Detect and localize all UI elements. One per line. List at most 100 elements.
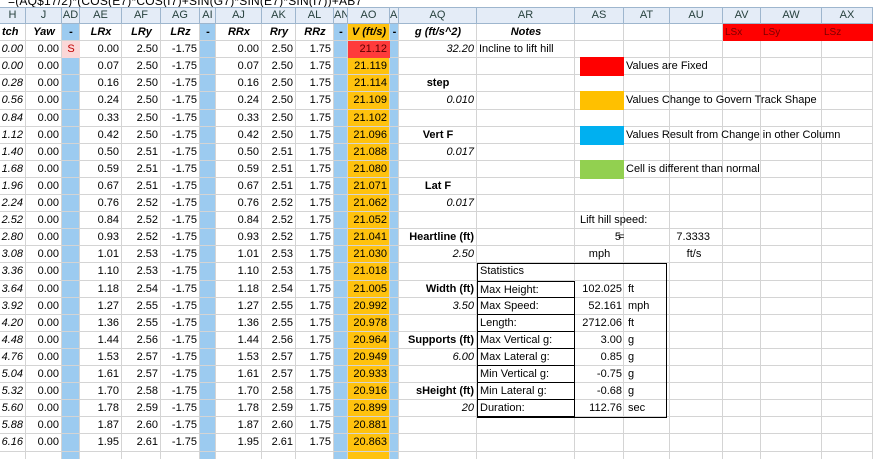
cell-pitch[interactable]: 3.92 [0,298,26,315]
header-dash3[interactable]: - [334,24,348,41]
cell-lrz[interactable]: -1.75 [161,366,200,383]
cell-yaw[interactable]: 0.00 [26,366,62,383]
cell-rrx[interactable]: 1.01 [216,246,262,263]
cell-lrx[interactable]: 1.18 [80,281,122,298]
cell-rry[interactable]: 2.50 [262,92,296,109]
cell-rry[interactable]: 2.53 [262,263,296,280]
cell-rry[interactable]: 2.54 [262,281,296,298]
cell-velocity[interactable]: 21.030 [348,246,390,263]
cell-pitch[interactable]: 1.68 [0,161,26,178]
cell-pitch[interactable]: 1.40 [0,144,26,161]
cell-lrz[interactable]: -1.75 [161,229,200,246]
heartline-value[interactable]: 2.50 [399,246,477,263]
column-header-ae[interactable]: AE [80,8,122,24]
header-notes[interactable]: Notes [477,24,575,41]
formula-bar[interactable]: =(AQ$17/2)*(COS(E7)*COS(I7)+SIN(G7)*SIN(… [0,0,873,8]
column-header-an[interactable]: AN [334,8,348,24]
cell-pitch[interactable]: 3.08 [0,246,26,263]
cell-velocity[interactable]: 21.12 [348,41,390,59]
cell-lrz[interactable]: -1.75 [161,178,200,195]
cell-yaw[interactable]: 0.00 [26,332,62,349]
cell-velocity[interactable]: 20.933 [348,366,390,383]
cell-lrx[interactable]: 0.33 [80,110,122,127]
cell-lrz[interactable]: -1.75 [161,144,200,161]
cell-rry[interactable]: 2.51 [262,161,296,178]
header-lsz[interactable]: LSz [822,24,873,42]
header-lsy[interactable]: LSy [761,24,822,42]
cell-lry[interactable]: 2.54 [122,281,161,298]
cell-rrx[interactable]: 1.95 [216,434,262,451]
column-header-as[interactable]: AS [575,8,624,24]
cell-lrz[interactable]: -1.75 [161,315,200,332]
cell-lrx[interactable]: 1.61 [80,366,122,383]
width-value[interactable]: 3.50 [399,298,477,315]
cell-rrx[interactable]: 0.93 [216,229,262,246]
cell-pitch[interactable]: 3.64 [0,281,26,298]
header-lsx[interactable]: LSx [723,24,761,42]
cell-lrx[interactable]: 0.84 [80,212,122,229]
column-header-aj[interactable]: AJ [216,8,262,24]
cell-yaw[interactable]: 0.00 [26,144,62,161]
cell-rrz[interactable]: 1.75 [296,298,334,315]
header-dash4[interactable]: - [390,24,399,41]
cell-rrz[interactable]: 1.75 [296,315,334,332]
cell-rrz[interactable]: 1.75 [296,178,334,195]
cell-lry[interactable]: 2.52 [122,229,161,246]
cell-rrx[interactable]: 1.44 [216,332,262,349]
cell-lrz[interactable]: -1.75 [161,110,200,127]
cell-yaw[interactable]: 0.00 [26,92,62,109]
column-header-ao[interactable]: AO [348,8,390,24]
cell-flag[interactable]: S [62,41,80,59]
cell-lry[interactable]: 2.57 [122,349,161,366]
cell-lry[interactable]: 2.56 [122,332,161,349]
cell-lrz[interactable]: -1.75 [161,127,200,144]
column-header-au[interactable]: AU [670,8,723,24]
cell-lrx[interactable]: 1.01 [80,246,122,263]
cell-lry[interactable]: 2.50 [122,127,161,144]
cell-rrx[interactable]: 1.53 [216,349,262,366]
cell-pitch[interactable]: 1.12 [0,127,26,144]
cell-lry[interactable]: 2.53 [122,246,161,263]
cell-pitch[interactable]: 5.04 [0,366,26,383]
cell-lrx[interactable]: 1.87 [80,417,122,434]
cell-yaw[interactable]: 0.00 [26,263,62,280]
g-note[interactable]: Incline to lift hill [477,41,677,58]
cell-pitch[interactable]: 0.00 [0,58,26,75]
cell-yaw[interactable]: 0.00 [26,195,62,212]
cell-lrx[interactable]: 1.70 [80,383,122,400]
column-header-ap[interactable]: AP [390,8,399,24]
cell-lry[interactable]: 2.61 [122,434,161,451]
cell-lry[interactable]: 2.50 [122,110,161,127]
header-lry[interactable]: LRy [122,24,161,41]
cell-yaw[interactable]: 0.00 [26,58,62,75]
cell-lry[interactable]: 2.55 [122,298,161,315]
cell-velocity[interactable]: 21.109 [348,92,390,109]
cell-yaw[interactable]: 0.00 [26,246,62,263]
cell-velocity[interactable]: 21.018 [348,263,390,280]
cell-yaw[interactable]: 0.00 [26,315,62,332]
cell-velocity[interactable]: 21.102 [348,110,390,127]
cell-lrz[interactable]: -1.75 [161,417,200,434]
cell-rrz[interactable]: 1.75 [296,263,334,280]
cell-yaw[interactable]: 0.00 [26,212,62,229]
cell-rrz[interactable]: 1.75 [296,366,334,383]
header-rrx[interactable]: RRx [216,24,262,41]
cell-lry[interactable]: 2.59 [122,400,161,417]
cell-rrx[interactable]: 1.78 [216,400,262,417]
cell-lrx[interactable]: 0.67 [80,178,122,195]
header-rrz[interactable]: RRz [296,24,334,41]
cell-rrz[interactable]: 1.75 [296,417,334,434]
cell-pitch[interactable]: 5.60 [0,400,26,417]
cell-lry[interactable]: 2.53 [122,263,161,280]
cell-lrx[interactable]: 1.44 [80,332,122,349]
cell-yaw[interactable]: 0.00 [26,161,62,178]
cell-velocity[interactable]: 21.062 [348,195,390,212]
cell-velocity[interactable]: 21.096 [348,127,390,144]
cell-rrx[interactable]: 1.87 [216,417,262,434]
cell-lrx[interactable]: 1.10 [80,263,122,280]
column-header-ad[interactable]: AD [62,8,80,24]
cell-rrx[interactable]: 0.50 [216,144,262,161]
header-rry[interactable]: Rry [262,24,296,41]
cell-lrx[interactable]: 0.00 [80,41,122,58]
cell-rry[interactable]: 2.59 [262,400,296,417]
